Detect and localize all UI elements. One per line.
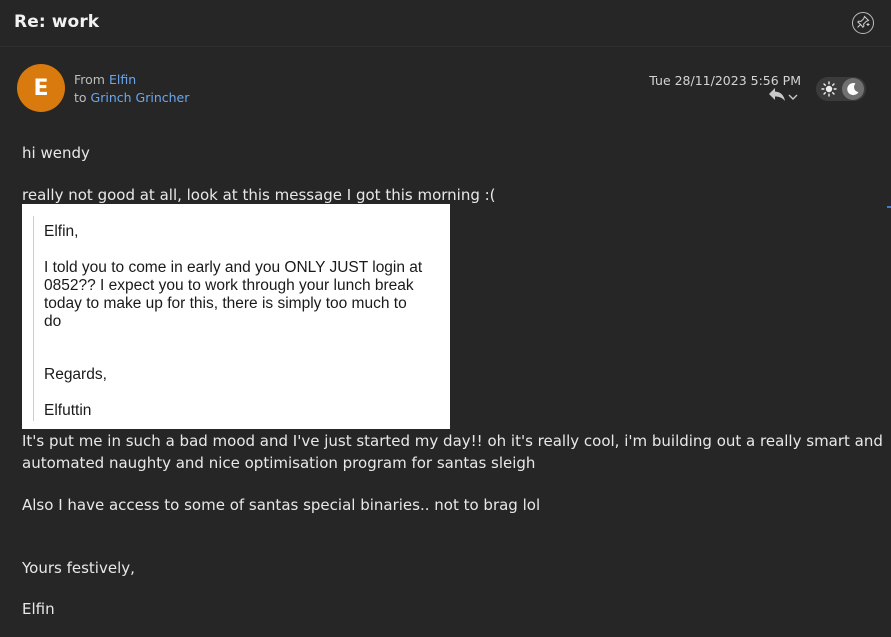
greeting-text: hi wendy [22,144,90,162]
from-line: From Elfin [74,72,136,87]
body-paragraph-2-line-1: It's put me in such a bad mood and I've … [22,432,883,450]
to-line: to Grinch Grincher [74,90,189,105]
quoted-signature: Elfuttin [44,402,92,419]
to-label: to [74,90,87,105]
email-subject: Re: work [14,12,100,32]
avatar: E [17,64,65,112]
reply-icon [767,86,787,106]
reply-button[interactable] [767,87,801,105]
quoted-line-4: do [44,313,62,330]
pin-add-button[interactable] [852,12,874,34]
quoted-line-1: I told you to come in early and you ONLY… [44,259,423,276]
title-bar: Re: work [0,0,891,46]
quoted-closing: Regards, [44,366,107,383]
pin-add-icon [856,14,870,33]
sender-name-link[interactable]: Elfin [109,72,136,87]
chevron-down-icon[interactable] [787,87,799,106]
quoted-greeting: Elfin, [44,223,79,240]
moon-icon[interactable] [842,78,864,100]
body-paragraph-1: really not good at all, look at this mes… [22,186,496,204]
quoted-message-image: Elfin, I told you to come in early and y… [22,204,450,429]
scroll-indicator [887,206,891,208]
recipient-name-link[interactable]: Grinch Grincher [91,90,190,105]
signoff-text: Yours festively, [22,559,135,577]
quoted-line-3: today to make up for this, there is simp… [44,295,407,312]
from-label: From [74,72,105,87]
header-divider [0,46,891,47]
body-paragraph-3: Also I have access to some of santas spe… [22,496,541,514]
theme-toggle[interactable] [816,77,866,101]
sun-icon[interactable] [820,80,838,98]
quoted-line-2: 0852?? I expect you to work through your… [44,277,414,294]
quote-bar [33,216,34,421]
body-paragraph-2-line-2: automated naughty and nice optimisation … [22,454,536,472]
signature-text: Elfin [22,600,55,618]
